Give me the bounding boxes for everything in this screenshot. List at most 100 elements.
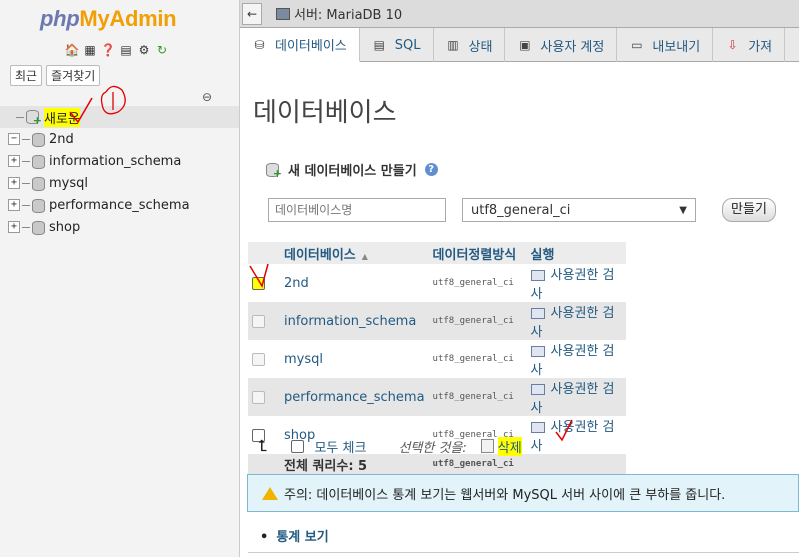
expand-icon[interactable]: + — [8, 221, 20, 233]
database-icon — [32, 177, 45, 191]
tree-label-database[interactable]: 2nd — [49, 132, 74, 147]
tree-label-database[interactable]: shop — [49, 220, 80, 235]
database-icon — [32, 199, 45, 213]
row-checkbox[interactable] — [252, 276, 265, 290]
total-empty-cell — [526, 454, 626, 474]
collation-select[interactable]: utf8_general_ci ▼ — [462, 198, 696, 222]
table-total-row: 전체 쿼리수: 5 utf8_general_ci — [248, 454, 626, 474]
tab-sql[interactable]: ▤ SQL — [360, 28, 434, 62]
docs-icon[interactable]: ▤ — [118, 42, 134, 58]
database-icon: ⛁ — [254, 37, 265, 52]
row-database-name[interactable]: 2nd — [280, 264, 429, 302]
recent-button[interactable]: 최근 — [10, 65, 43, 86]
export-icon: ▭ — [631, 38, 643, 52]
bullet-icon: • — [260, 530, 269, 545]
logo-php-text: php — [40, 6, 80, 31]
reload-icon[interactable]: ↻ — [154, 42, 170, 58]
enable-statistics-link[interactable]: • 통계 보기 — [260, 526, 329, 545]
favorites-button[interactable]: 즐겨찾기 — [46, 65, 101, 86]
expand-icon[interactable]: + — [8, 177, 20, 189]
row-database-name[interactable]: mysql — [280, 340, 429, 378]
tab-export[interactable]: ▭ 내보내기 — [617, 28, 714, 62]
home-icon[interactable]: 🏠 — [64, 42, 80, 58]
tab-label: 상태 — [468, 39, 493, 55]
row-checkbox[interactable] — [252, 314, 265, 328]
header-database[interactable]: 데이터베이스 ▲ — [280, 242, 429, 264]
row-checkbox[interactable] — [252, 390, 265, 404]
database-icon — [32, 221, 45, 235]
tree-connector — [22, 226, 30, 228]
tree-item-2nd[interactable]: − 2nd — [0, 128, 239, 150]
database-tree: 새로운 − 2nd + information_schema + mysql +… — [0, 106, 239, 238]
row-database-name[interactable]: information_schema — [280, 302, 429, 340]
nav-tabs: 최근 즐겨찾기 — [10, 65, 101, 86]
tree-item-shop[interactable]: + shop — [0, 216, 239, 238]
stats-link-label: 통계 보기 — [276, 530, 329, 545]
server-icon — [276, 7, 290, 20]
total-queries: 전체 쿼리수: 5 — [280, 454, 429, 474]
privileges-icon — [530, 384, 545, 395]
create-button[interactable]: 만들기 — [722, 198, 776, 222]
check-all-label[interactable]: 모두 체크 — [314, 437, 366, 456]
delete-button[interactable]: 삭제 — [497, 436, 522, 456]
tab-label: SQL — [394, 37, 421, 53]
tree-item-performance-schema[interactable]: + performance_schema — [0, 194, 239, 216]
database-icon — [32, 155, 45, 169]
tree-item-new[interactable]: 새로운 — [0, 106, 239, 128]
sql-icon[interactable]: ▦ — [82, 42, 98, 58]
import-icon: ⇩ — [727, 38, 738, 52]
tab-databases[interactable]: ⛁ 데이터베이스 — [240, 28, 360, 62]
tab-label: 사용자 계정 — [540, 39, 605, 55]
create-database-heading: 새 데이터베이스 만들기 ? — [266, 160, 438, 180]
check-all-checkbox[interactable] — [291, 439, 305, 453]
nav-icon-bar: 🏠 ▦ ❓ ▤ ⚙ ↻ — [64, 42, 170, 58]
header-checkbox-col — [248, 242, 280, 264]
new-database-icon — [266, 162, 282, 180]
back-button[interactable]: ← — [242, 2, 262, 25]
row-database-name[interactable]: performance_schema — [280, 378, 429, 416]
table-row: 2nd utf8_general_ci 사용권한 검사 — [248, 264, 626, 302]
table-row: performance_schema utf8_general_ci 사용권한 … — [248, 378, 626, 416]
breadcrumb-server[interactable]: 서버: MariaDB 10 — [294, 4, 402, 23]
phpmyadmin-logo[interactable]: phpMyAdmin — [40, 6, 177, 32]
header-collation-label: 데이터정렬방식 — [432, 247, 517, 263]
tree-label-database[interactable]: mysql — [49, 176, 88, 191]
row-collation: utf8_general_ci — [428, 378, 527, 416]
help-icon[interactable]: ? — [424, 163, 438, 176]
tree-item-information-schema[interactable]: + information_schema — [0, 150, 239, 172]
tree-label-new[interactable]: 새로운 — [44, 107, 80, 127]
header-collation[interactable]: 데이터정렬방식 — [428, 242, 527, 264]
expand-icon[interactable]: − — [8, 133, 20, 145]
help-icon[interactable]: ❓ — [100, 42, 116, 58]
collation-selected-value: utf8_general_ci — [471, 202, 571, 218]
expand-icon[interactable]: + — [8, 155, 20, 167]
tab-label: 가져 — [748, 39, 773, 55]
users-icon: ▣ — [519, 38, 531, 52]
header-action-label: 실행 — [530, 247, 555, 263]
database-name-input[interactable] — [268, 198, 446, 222]
tab-label: 내보내기 — [652, 39, 701, 55]
tree-connector — [22, 204, 30, 206]
tree-item-mysql[interactable]: + mysql — [0, 172, 239, 194]
tab-status[interactable]: ▥ 상태 — [434, 28, 506, 62]
tab-import[interactable]: ⇩ 가져 — [713, 28, 786, 62]
delete-icon — [480, 439, 494, 453]
tree-label-database[interactable]: performance_schema — [49, 198, 190, 213]
tree-label-database[interactable]: information_schema — [49, 154, 181, 169]
notice-box: 주의: 데이터베이스 통계 보기는 웹서버와 MySQL 서버 사이에 큰 부하… — [247, 474, 799, 512]
total-empty-cell — [248, 454, 280, 474]
tab-user-accounts[interactable]: ▣ 사용자 계정 — [505, 28, 618, 62]
sort-asc-icon: ▲ — [361, 251, 368, 261]
navigation-panel: phpMyAdmin 🏠 ▦ ❓ ▤ ⚙ ↻ 최근 즐겨찾기 ⊖ 새로운 − 2… — [0, 0, 240, 557]
row-checkbox[interactable] — [252, 352, 265, 366]
expand-icon[interactable]: + — [8, 199, 20, 211]
link-icon[interactable]: ⊖ — [202, 90, 212, 104]
with-selected-label: 선택한 것을: — [398, 440, 467, 456]
header-database-label: 데이터베이스 — [284, 247, 356, 263]
privileges-icon — [530, 270, 545, 281]
tree-connector — [22, 138, 30, 140]
create-database-label: 새 데이터베이스 만들기 — [288, 164, 417, 179]
divider — [248, 552, 799, 553]
settings-icon[interactable]: ⚙ — [136, 42, 152, 58]
server-topbar: ← 서버: MariaDB 10 — [240, 0, 799, 28]
